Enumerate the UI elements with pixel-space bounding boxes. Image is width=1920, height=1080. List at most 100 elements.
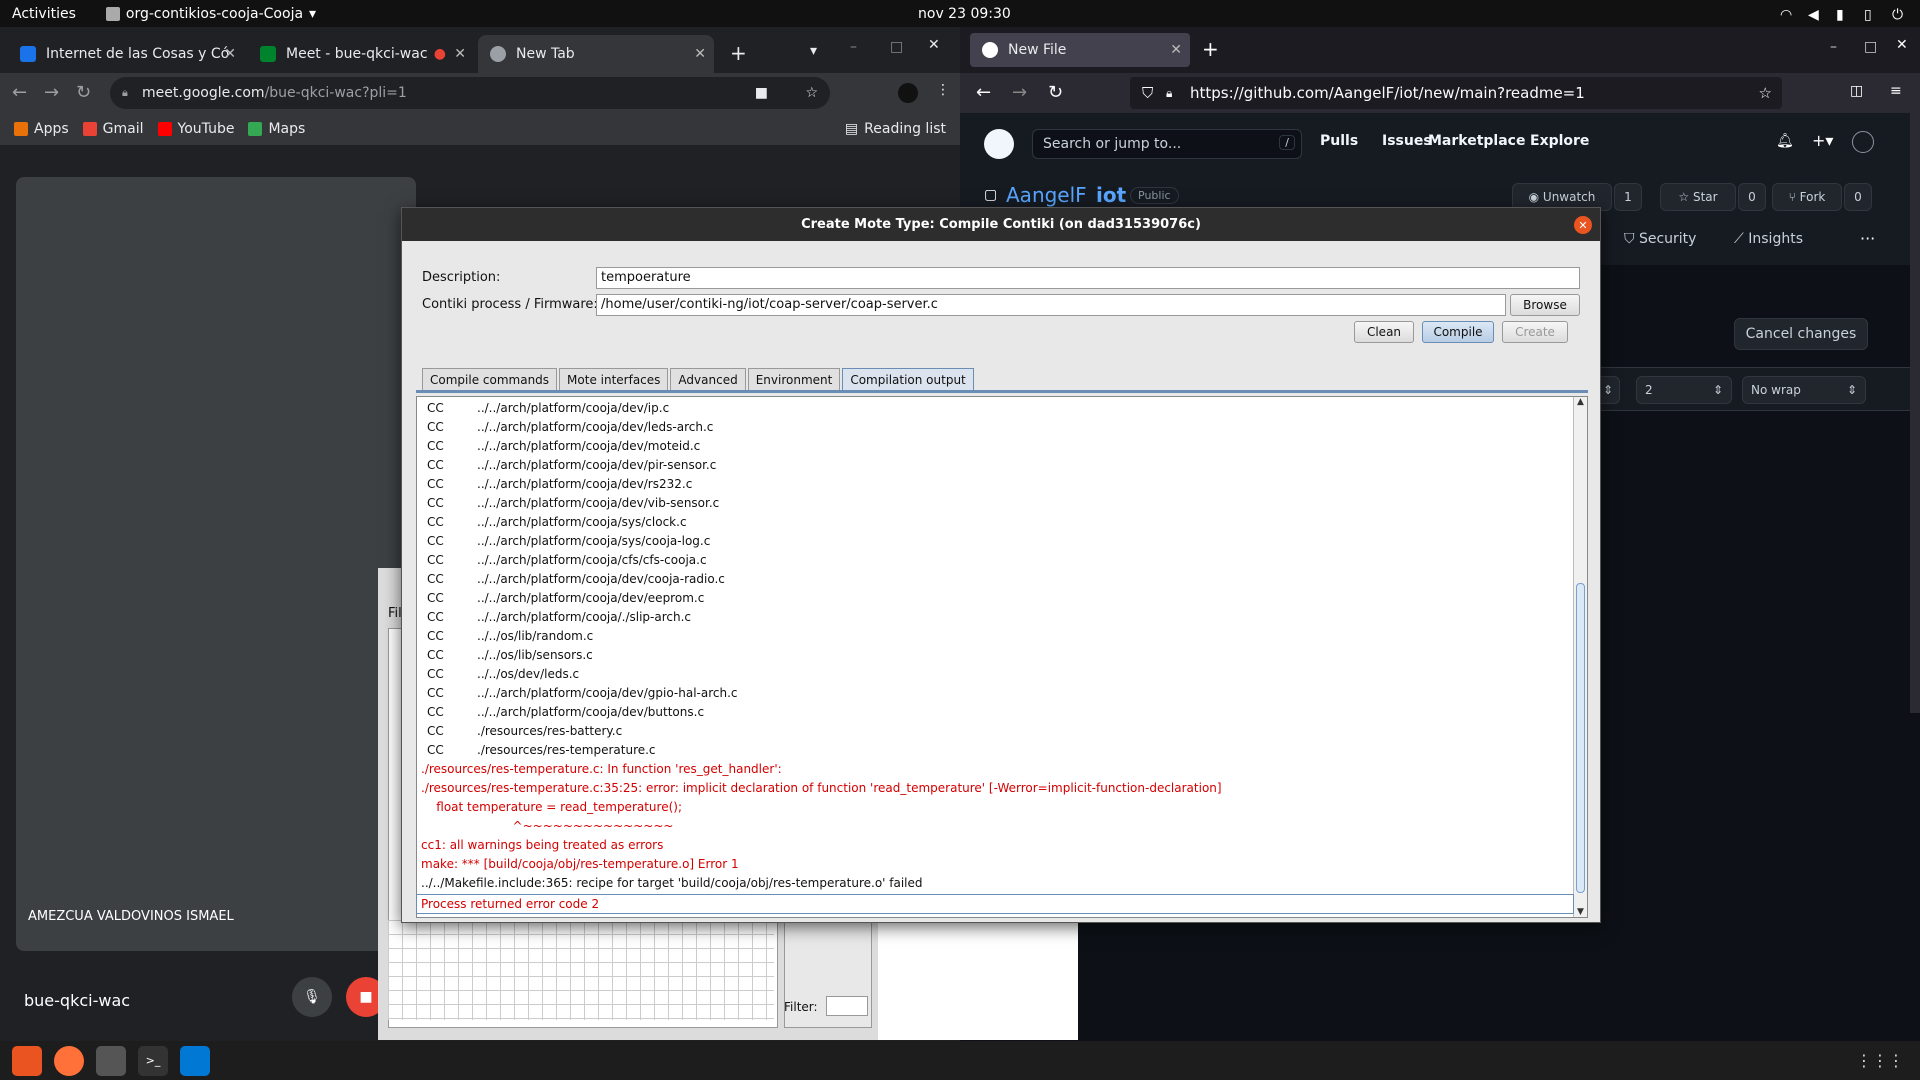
tab-mote-interfaces[interactable]: Mote interfaces bbox=[559, 368, 669, 390]
close-icon[interactable]: ✕ bbox=[1574, 216, 1592, 234]
create-button[interactable]: Create bbox=[1502, 321, 1568, 343]
fork-button[interactable]: ⑂ Fork bbox=[1772, 183, 1842, 211]
menu-icon[interactable]: ⋮ bbox=[936, 82, 950, 98]
nav-marketplace[interactable]: Marketplace bbox=[1428, 133, 1525, 149]
more-icon[interactable]: ··· bbox=[1860, 229, 1875, 248]
ubuntu-software-icon[interactable] bbox=[12, 1045, 42, 1076]
star-button[interactable]: ☆ Star bbox=[1660, 183, 1736, 211]
close-icon[interactable]: ✕ bbox=[1170, 42, 1182, 58]
maximize-icon[interactable]: □ bbox=[890, 39, 903, 55]
filter-input[interactable] bbox=[826, 996, 868, 1016]
compilation-output-panel[interactable]: CC ../../arch/platform/cooja/dev/ip.c CC..… bbox=[416, 396, 1588, 918]
minimize-icon[interactable]: – bbox=[1830, 39, 1837, 55]
maximize-icon[interactable]: □ bbox=[1864, 39, 1877, 55]
security-label: Security bbox=[1638, 231, 1697, 247]
user-avatar[interactable] bbox=[1852, 131, 1874, 153]
tab-search-icon[interactable]: ▾ bbox=[810, 43, 817, 59]
repo-tab-insights[interactable]: ⟋ Insights bbox=[1734, 231, 1803, 247]
app-menu[interactable]: org-contikios-cooja-Cooja ▾ bbox=[105, 6, 316, 22]
dock: >_ ⋮⋮⋮ bbox=[0, 1041, 1920, 1080]
back-icon[interactable]: ← bbox=[976, 82, 991, 103]
output-scrollbar[interactable]: ▲ ▼ bbox=[1573, 397, 1587, 917]
wrap-mode-select[interactable]: No wrap ⇕ bbox=[1742, 376, 1866, 404]
chrome-icon bbox=[490, 46, 506, 62]
reload-icon[interactable]: ↻ bbox=[1048, 82, 1063, 103]
address-bar[interactable]: ⛉ 🔒︎ https://github.com/AangelF/iot/new/… bbox=[1130, 77, 1782, 109]
address-bar[interactable]: 🔒︎ meet.google.com/bue-qkci-wac?pli=1 ■ … bbox=[110, 77, 830, 109]
microphone-button[interactable]: 🎙︎ bbox=[292, 977, 332, 1017]
firmware-field[interactable]: /home/user/contiki-ng/iot/coap-server/co… bbox=[596, 294, 1506, 316]
new-tab-icon[interactable]: + bbox=[1202, 37, 1219, 61]
repo-name[interactable]: iot bbox=[1096, 183, 1126, 207]
show-apps-icon[interactable]: ⋮⋮⋮ bbox=[1856, 1051, 1904, 1070]
bookmark-apps[interactable]: Apps bbox=[14, 121, 69, 137]
cooja-icon[interactable] bbox=[96, 1045, 126, 1076]
search-input[interactable]: Search or jump to... / bbox=[1032, 129, 1302, 159]
cooja-menu-file[interactable]: Fil bbox=[388, 606, 402, 621]
bookmark-gmail[interactable]: Gmail bbox=[82, 121, 144, 137]
bookmark-star-icon[interactable]: ☆ bbox=[1759, 84, 1772, 102]
scroll-up-icon[interactable]: ▲ bbox=[1577, 397, 1584, 407]
volume-icon: ◀ bbox=[1808, 6, 1819, 23]
scroll-down-icon[interactable]: ▼ bbox=[1577, 907, 1584, 917]
close-icon[interactable]: ✕ bbox=[224, 46, 236, 62]
forward-icon[interactable]: → bbox=[1012, 82, 1027, 103]
tab-environment[interactable]: Environment bbox=[747, 368, 841, 390]
star-icon[interactable]: ☆ bbox=[805, 85, 818, 101]
close-window-icon[interactable]: ✕ bbox=[928, 37, 940, 53]
browse-button[interactable]: Browse bbox=[1510, 294, 1580, 316]
repo-owner[interactable]: AangelF bbox=[1006, 183, 1087, 207]
nav-issues[interactable]: Issues bbox=[1382, 133, 1432, 149]
reading-list-icon: ▤ bbox=[844, 121, 859, 137]
bell-icon[interactable]: 🔔︎ bbox=[1776, 133, 1794, 149]
close-window-icon[interactable]: ✕ bbox=[1896, 37, 1908, 53]
forward-icon[interactable]: → bbox=[44, 82, 59, 103]
plus-icon[interactable]: +▾ bbox=[1812, 131, 1833, 150]
firefox-tab-new-file[interactable]: New File ✕ bbox=[970, 33, 1190, 67]
tab-compile-commands[interactable]: Compile commands bbox=[422, 368, 558, 390]
participant-tile bbox=[16, 177, 416, 951]
output-line-tag: CC bbox=[427, 572, 444, 586]
firefox-scrollbar[interactable] bbox=[1910, 113, 1920, 713]
cancel-changes-button[interactable]: Cancel changes bbox=[1734, 318, 1868, 350]
back-icon[interactable]: ← bbox=[12, 82, 27, 103]
bookmark-maps[interactable]: Maps bbox=[248, 121, 305, 137]
pocket-icon[interactable]: ◫ bbox=[1850, 83, 1863, 99]
clean-button[interactable]: Clean bbox=[1354, 321, 1414, 343]
output-line-text: ../../arch/platform/cooja/dev/ip.c bbox=[477, 401, 670, 415]
indent-size-select[interactable]: 2 ⇕ bbox=[1636, 376, 1732, 404]
new-tab-icon[interactable]: + bbox=[730, 41, 747, 65]
scroll-thumb[interactable] bbox=[1576, 583, 1585, 893]
menu-icon[interactable]: ≡ bbox=[1890, 83, 1902, 99]
output-line: CC ../../arch/platform/cooja/dev/gpio-hal… bbox=[421, 684, 1571, 703]
repo-tab-security[interactable]: ⛉ Security bbox=[1624, 231, 1696, 247]
system-tray[interactable]: ◠ ◀ ▮ ▯ ⏻ bbox=[1780, 6, 1906, 23]
nav-explore[interactable]: Explore bbox=[1530, 133, 1589, 149]
chrome-tab-meet[interactable]: Meet - bue-qkci-wac ● ✕ bbox=[248, 35, 474, 73]
clock[interactable]: nov 23 09:30 bbox=[918, 6, 1011, 22]
profile-avatar[interactable] bbox=[898, 83, 918, 103]
tab-advanced[interactable]: Advanced bbox=[670, 368, 746, 390]
chrome-tab-new[interactable]: New Tab ✕ bbox=[478, 35, 714, 73]
output-line-tag: CC bbox=[427, 705, 444, 719]
firefox-icon[interactable] bbox=[54, 1045, 84, 1076]
compile-button[interactable]: Compile bbox=[1422, 321, 1494, 343]
output-line-tag: CC bbox=[427, 743, 444, 757]
description-field[interactable]: tempoerature bbox=[596, 267, 1580, 289]
bookmark-youtube[interactable]: YouTube bbox=[157, 121, 234, 137]
reading-list[interactable]: ▤ Reading list bbox=[845, 121, 946, 137]
star-icon: ☆ bbox=[1678, 190, 1693, 204]
output-line-tag: CC bbox=[427, 477, 444, 491]
terminal-icon[interactable]: >_ bbox=[138, 1045, 168, 1076]
tab-compilation-output[interactable]: Compilation output bbox=[842, 368, 974, 390]
camera-icon[interactable]: ■ bbox=[755, 85, 768, 101]
close-icon[interactable]: ✕ bbox=[694, 46, 706, 62]
nav-pulls[interactable]: Pulls bbox=[1320, 133, 1358, 149]
close-icon[interactable]: ✕ bbox=[454, 46, 466, 62]
reload-icon[interactable]: ↻ bbox=[76, 82, 91, 103]
vscode-icon[interactable] bbox=[180, 1045, 210, 1076]
github-logo-icon[interactable] bbox=[984, 129, 1014, 159]
chrome-tab-iot[interactable]: Internet de las Cosas y Có ✕ bbox=[8, 35, 244, 73]
minimize-icon[interactable]: – bbox=[850, 39, 857, 55]
activities-button[interactable]: Activities bbox=[12, 6, 76, 22]
